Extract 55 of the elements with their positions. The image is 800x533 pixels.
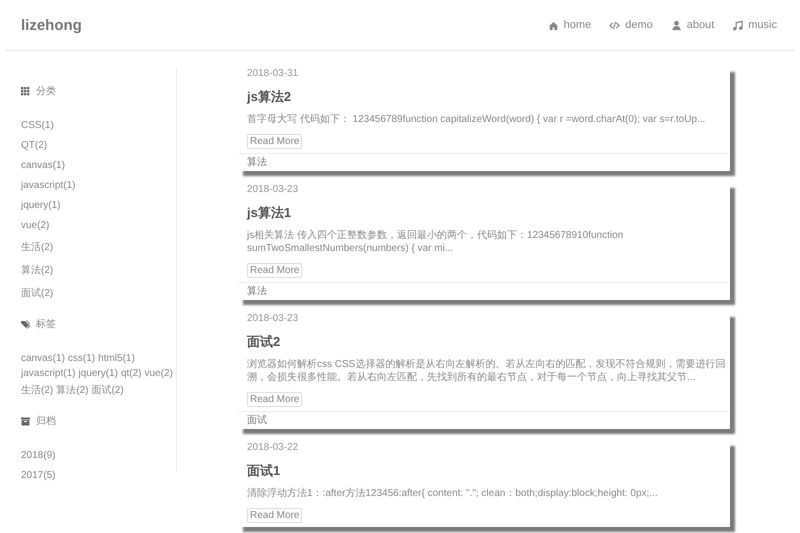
tag-link[interactable]: html5(1) <box>98 353 135 364</box>
section-title: 标签 <box>36 318 56 331</box>
post-category[interactable]: 算法 <box>238 282 730 300</box>
post-excerpt: 清除浮动方法1：:after方法123456:after{ content: "."; clean：both;display:block;height: 0px;... <box>247 487 659 500</box>
post-excerpt: js相关算法 传入四个正整数参数，返回最小的两个，代码如下：12345678910function sumTwoSmallestNumbers(numbers) { var mi... <box>247 229 624 255</box>
post-title[interactable]: 面试2 <box>247 333 730 351</box>
post-category[interactable]: 算法 <box>238 153 730 171</box>
section-title: 分类 <box>36 84 56 98</box>
tags-icon <box>21 320 30 328</box>
tag-link[interactable]: vue(2) <box>144 368 173 379</box>
music-note-icon <box>732 20 744 30</box>
read-more-button[interactable]: Read More <box>247 392 302 407</box>
site-brand[interactable]: lizehong <box>21 16 82 34</box>
post-excerpt: 浏览器如何解析css CSS选择器的解析是从右向左解析的。若从左向右的匹配，发现不符合规则，需要进行回溯，会损失很多性能。若从右向左匹配，先找到所有的最右节点，对于每一个节点，向上寻找其父节... <box>247 358 726 384</box>
nav-link[interactable]: about <box>670 19 714 31</box>
post-category[interactable]: 面试 <box>238 411 730 429</box>
tag-link[interactable]: 面试(2) <box>91 383 124 397</box>
nav-link[interactable]: demo <box>609 19 653 31</box>
category-link[interactable]: CSS(1) <box>21 120 176 131</box>
code-icon <box>609 20 620 30</box>
user-icon <box>670 20 682 30</box>
category-link[interactable]: vue(2) <box>21 220 176 231</box>
post-title[interactable]: js算法2 <box>247 88 730 106</box>
tag-link[interactable]: canvas(1) <box>21 353 65 364</box>
post-excerpt: 首字母大写 代码如下： 123456789function capitalizeWord(word) { var r =word.charAt(0); var s=r.toUp... <box>247 113 706 126</box>
post-title[interactable]: 面试1 <box>247 462 730 480</box>
read-more-button[interactable]: Read More <box>247 134 302 149</box>
post-date: 2018-03-23 <box>247 183 300 195</box>
category-link[interactable]: 算法(2) <box>21 263 176 277</box>
category-link[interactable]: canvas(1) <box>21 160 176 171</box>
tag-link[interactable]: 算法(2) <box>56 383 88 397</box>
post-date: 2018-03-31 <box>247 67 300 79</box>
tag-link[interactable]: css(1) <box>68 353 96 364</box>
post-date: 2018-03-22 <box>247 441 300 453</box>
tag-link[interactable]: jquery(1) <box>78 368 118 379</box>
archive-icon <box>21 416 30 426</box>
category-link[interactable]: 生活(2) <box>21 240 176 254</box>
tag-link[interactable]: qt(2) <box>120 368 142 379</box>
archive-link[interactable]: 2018(9) <box>21 450 176 461</box>
post-date: 2018-03-23 <box>247 312 300 324</box>
section-title: 归档 <box>36 414 56 428</box>
category-link[interactable]: QT(2) <box>21 140 176 151</box>
category-link[interactable]: jquery(1) <box>21 200 176 211</box>
category-link[interactable]: javascript(1) <box>21 180 176 191</box>
read-more-button[interactable]: Read More <box>247 508 302 523</box>
archive-link[interactable]: 2017(5) <box>21 470 176 481</box>
nav-link[interactable]: home <box>548 19 592 31</box>
home-icon <box>548 20 559 30</box>
grid-icon <box>21 86 30 96</box>
category-link[interactable]: 面试(2) <box>21 286 176 300</box>
tag-link[interactable]: javascript(1) <box>21 368 76 379</box>
tag-link[interactable]: 生活(2) <box>21 383 54 397</box>
read-more-button[interactable]: Read More <box>247 263 302 278</box>
nav-link[interactable]: music <box>732 19 777 31</box>
post-title[interactable]: js算法1 <box>247 204 730 222</box>
